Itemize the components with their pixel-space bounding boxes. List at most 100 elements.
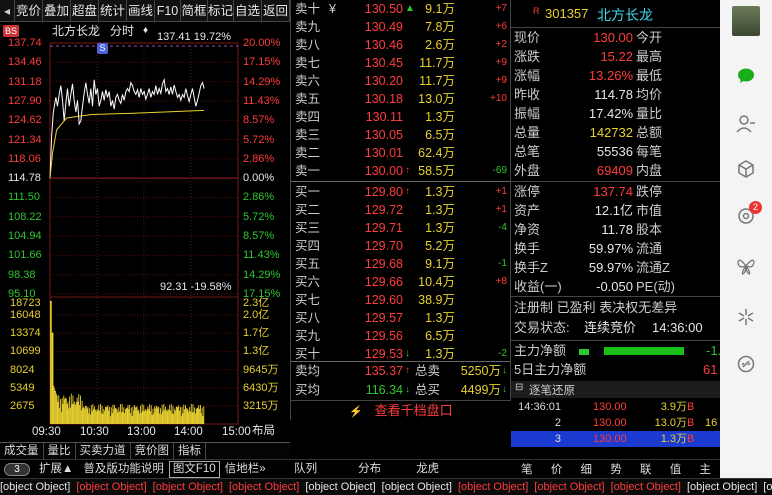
toolbar-6[interactable]: 简框: [181, 0, 208, 22]
quote-row: 外盘 69409 内盘: [511, 162, 721, 180]
ask-row[interactable]: 卖九 130.49 7.8万 +6: [291, 18, 511, 36]
layout-button[interactable]: 布局: [252, 425, 275, 437]
bs-badge[interactable]: BS: [3, 25, 20, 37]
quote-label-2: 流通: [636, 241, 663, 256]
bid-row[interactable]: 买三 129.71 1.3万 -4: [291, 219, 511, 237]
contacts-icon[interactable]: [733, 111, 759, 137]
bid-row[interactable]: 买九 129.56 6.5万: [291, 327, 511, 345]
bottom-tab-2[interactable]: 图文F10: [168, 460, 220, 478]
toolbar-4[interactable]: 画线: [127, 0, 155, 22]
bottom-tab-5[interactable]: 分布: [341, 460, 399, 478]
volume-bar: [83, 406, 85, 424]
bottom-tab-0[interactable]: 扩展▲: [34, 460, 78, 478]
toolbar-0[interactable]: 竞价: [15, 0, 43, 22]
chart-mode[interactable]: 分时: [110, 25, 134, 37]
ask-row[interactable]: 卖七 130.45 11.7万 +9: [291, 54, 511, 72]
sparkle-icon[interactable]: [733, 304, 759, 330]
volume-bar: [72, 395, 74, 424]
bid-row[interactable]: 买六 129.66 10.4万 +8: [291, 273, 511, 291]
ask-arrow: ▲: [405, 3, 415, 14]
buy-total-label: 总买: [415, 383, 441, 397]
view-depth-button[interactable]: ⚡ 查看千档盘口: [291, 400, 511, 420]
bottom-tab-1[interactable]: 普及版功能说明: [78, 460, 169, 478]
link-icon[interactable]: [733, 351, 759, 377]
intraday-chart[interactable]: BS 北方长龙 分时 ♦ 137.41 19.72% S 92.31 -19.5…: [0, 22, 290, 442]
volume-bar: [59, 407, 61, 424]
toolbar-3[interactable]: 统计: [99, 0, 127, 22]
right-sidebar: 2: [720, 0, 772, 478]
ask-change: +9: [495, 75, 507, 86]
stock-code: 301357: [545, 6, 589, 21]
detail-tab-3[interactable]: 势: [601, 461, 631, 477]
bottom-tab-4[interactable]: 队列: [271, 460, 341, 478]
ask-extra: ¥: [329, 2, 336, 16]
bottom-tab-3[interactable]: 信地栏»: [220, 460, 271, 478]
bid-row[interactable]: 买五 129.68 9.1万 -1: [291, 255, 511, 273]
status-item: [object Object]: [610, 481, 681, 493]
indicator-tab-2[interactable]: 买卖力道: [76, 443, 131, 459]
volume-bar: [118, 407, 120, 424]
high-pct: 19.72%: [193, 31, 232, 43]
bid-row[interactable]: 买一 129.80 ↑ 1.3万 +1: [291, 183, 511, 201]
buy-total: 4499万: [460, 383, 501, 397]
bid-price: 129.70: [364, 239, 403, 253]
ask-row[interactable]: 卖十 ¥130.50 ▲ 9.1万 +7: [291, 0, 511, 18]
toolbar-7[interactable]: 标记: [208, 0, 234, 22]
bid-row[interactable]: 买二 129.72 1.3万 +1: [291, 201, 511, 219]
bid-row[interactable]: 买四 129.70 5.2万: [291, 237, 511, 255]
book-divider: [291, 181, 511, 182]
quote-row: 涨幅 13.26% 最低: [511, 67, 721, 85]
detail-tab-6[interactable]: 主: [690, 461, 720, 477]
detail-tab-4[interactable]: 联: [631, 461, 661, 477]
sell-marker[interactable]: S: [97, 43, 108, 54]
adjust-icon[interactable]: ♦: [143, 25, 148, 37]
detail-tab-5[interactable]: 值: [661, 461, 691, 477]
prev-icon[interactable]: ◂: [0, 0, 15, 22]
volume-bar: [89, 408, 91, 424]
bid-label: 买八: [295, 311, 321, 325]
bid-row[interactable]: 买八 129.57 1.3万: [291, 309, 511, 327]
chat-icon[interactable]: [733, 63, 759, 89]
ask-row[interactable]: 卖四 130.11 1.3万: [291, 108, 511, 126]
indicator-tab-1[interactable]: 量比: [44, 443, 76, 459]
time-axis-label: 14:00: [174, 426, 203, 438]
volume-bar: [104, 406, 106, 424]
bottom-tab-6[interactable]: 龙虎: [399, 460, 457, 478]
ask-row[interactable]: 卖八 130.46 2.6万 +2: [291, 36, 511, 54]
bid-volume: 10.4万: [418, 275, 455, 289]
cube-icon[interactable]: [733, 156, 759, 182]
ask-row[interactable]: 卖二 130.01 62.4万: [291, 144, 511, 162]
ask-row[interactable]: 卖三 130.05 6.5万: [291, 126, 511, 144]
detail-tab-0[interactable]: 笔: [512, 461, 542, 477]
detail-tab-2[interactable]: 细: [571, 461, 601, 477]
indicator-tab-3[interactable]: 竞价图: [131, 443, 174, 459]
volume-bar: [50, 300, 52, 424]
indicator-tab-0[interactable]: 成交量: [0, 443, 44, 459]
toggle-switch[interactable]: 3: [0, 460, 34, 478]
ask-row[interactable]: 卖五 130.18 13.0万 +10: [291, 90, 511, 108]
tick-time: 3: [554, 433, 561, 445]
bid-row[interactable]: 买七 129.60 38.9万: [291, 291, 511, 309]
butterfly-icon[interactable]: [733, 253, 759, 279]
camera-icon[interactable]: 2: [733, 201, 762, 229]
volume-bar: [77, 401, 79, 424]
ask-row[interactable]: 卖一 130.00 ↑ 58.5万 -69: [291, 162, 511, 180]
toolbar-8[interactable]: 自选: [234, 0, 262, 22]
toolbar-5[interactable]: F10: [155, 0, 181, 22]
volume-bar: [189, 406, 191, 424]
quote-value: -0.050: [596, 279, 633, 294]
detail-tab-1[interactable]: 价: [542, 461, 572, 477]
ask-row[interactable]: 卖六 130.20 11.7万 +9: [291, 72, 511, 90]
toolbar-1[interactable]: 叠加: [43, 0, 71, 22]
tick-header[interactable]: ⊟ 逐笔还原: [511, 381, 721, 398]
tick-flag: B: [687, 401, 695, 413]
toolbar-9[interactable]: 返回: [262, 0, 290, 22]
avatar[interactable]: [732, 6, 760, 36]
volume-bar: [157, 408, 159, 424]
volume-bar: [125, 408, 127, 424]
volume-bar: [53, 385, 55, 424]
indicator-tab-4[interactable]: 指标: [174, 443, 206, 459]
bid-price: 129.72: [364, 203, 403, 217]
toolbar-2[interactable]: 超盘: [71, 0, 99, 22]
tick-toggle-icon[interactable]: ⊟: [515, 382, 523, 393]
